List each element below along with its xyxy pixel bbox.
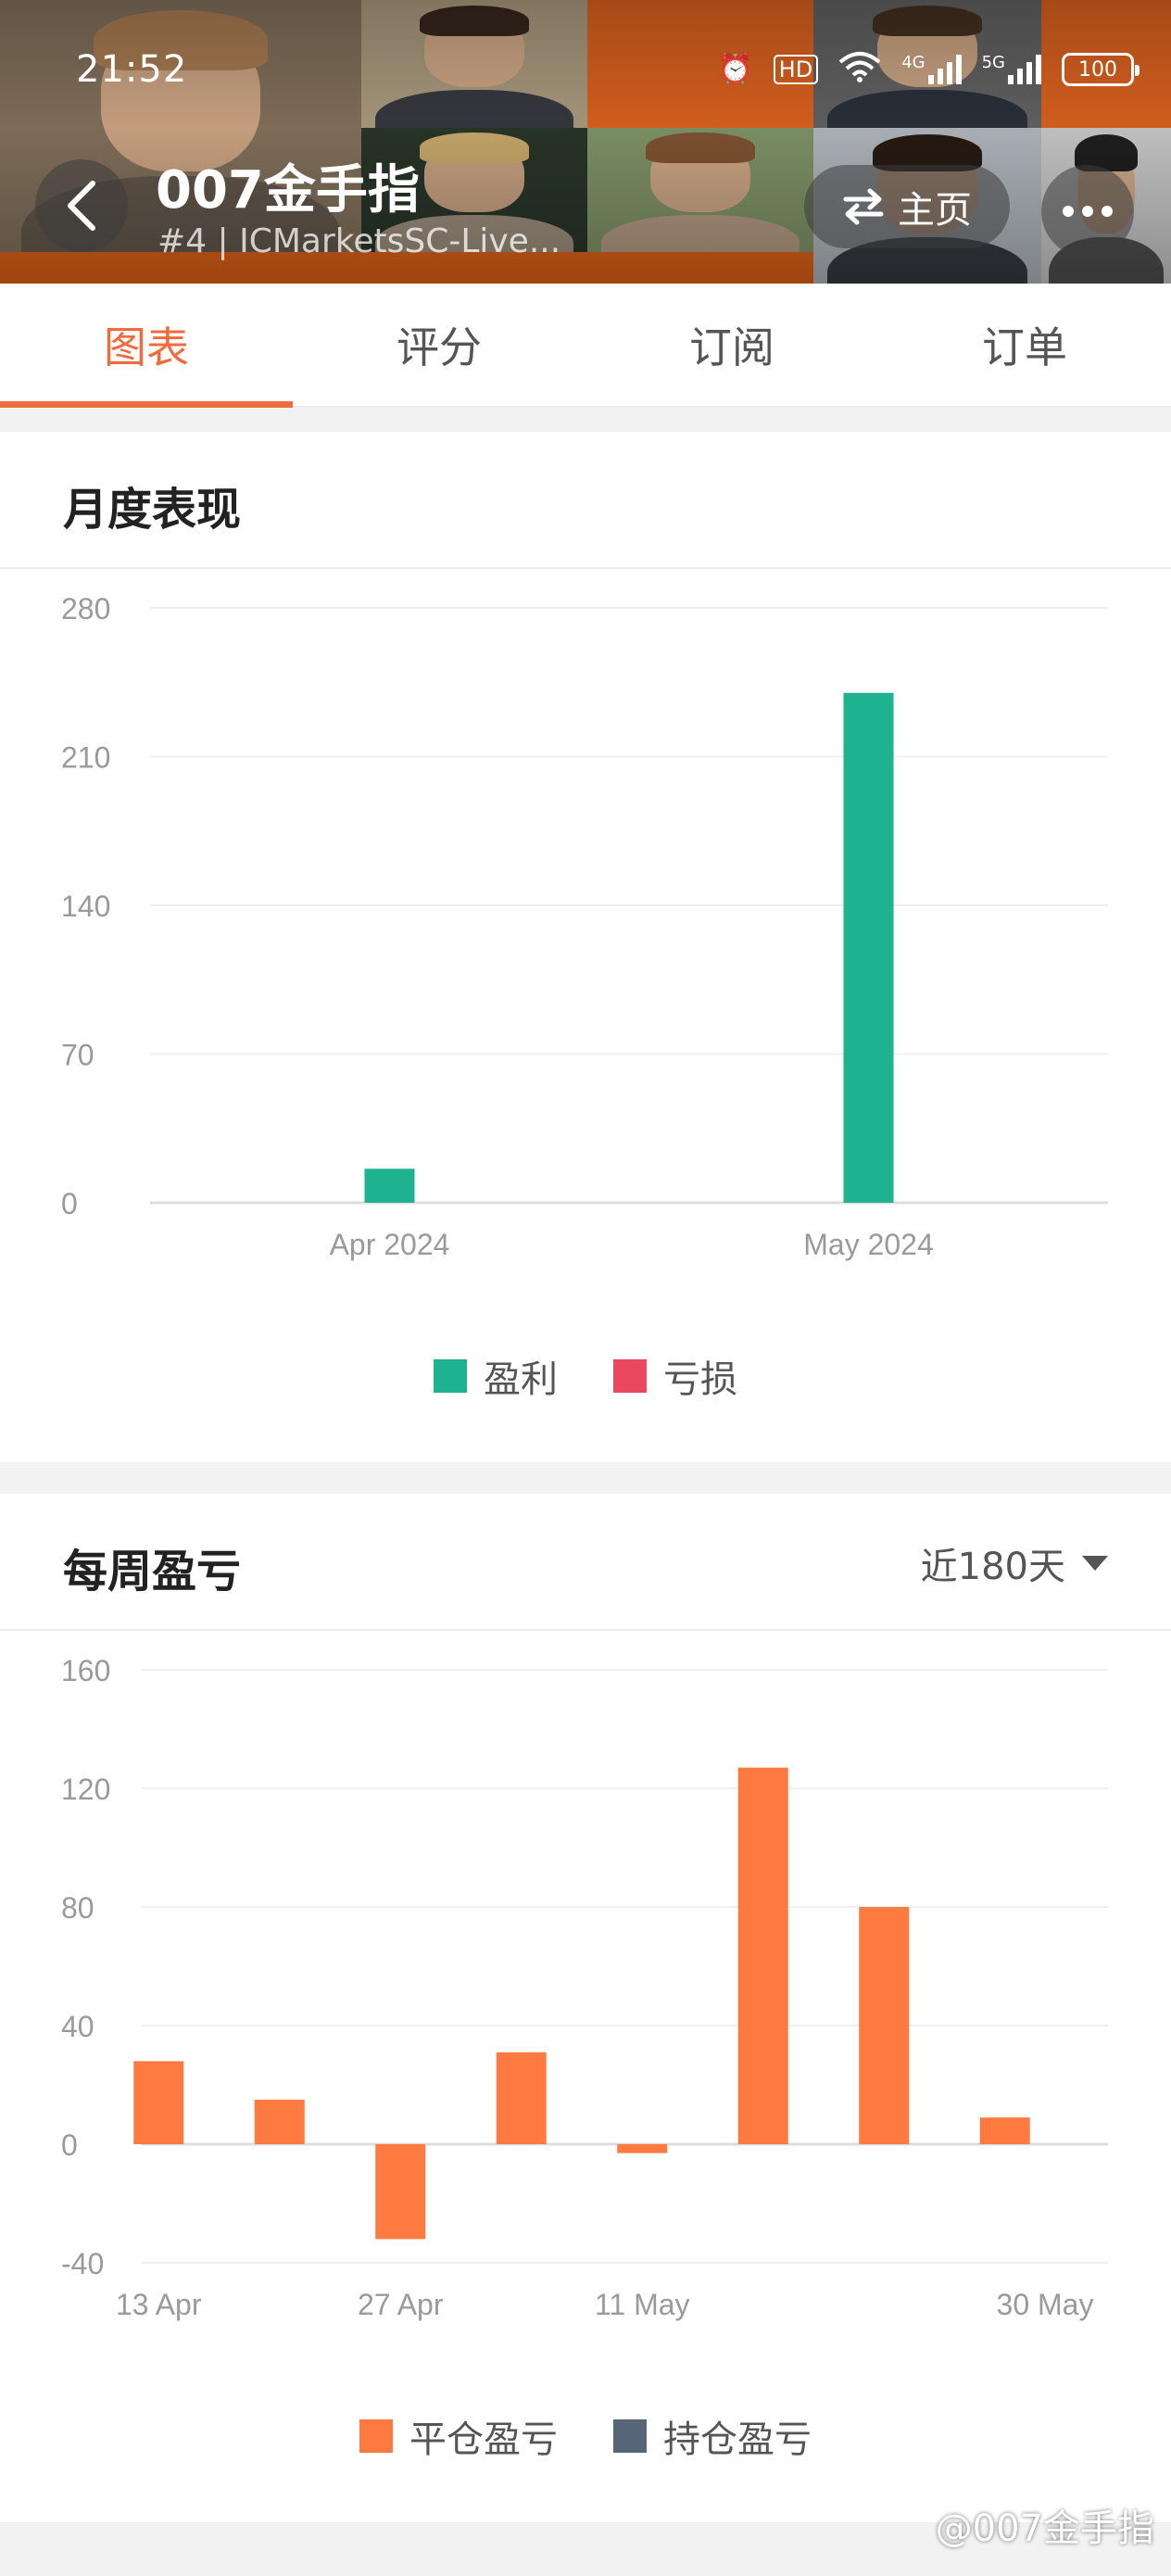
bar-20-apr[interactable]: [254, 2100, 305, 2144]
battery-icon: 100: [1062, 53, 1140, 86]
bar-18-may[interactable]: [737, 1767, 788, 2144]
y-tick-label: 210: [61, 741, 110, 775]
y-tick-label: 70: [61, 1039, 94, 1072]
x-tick-label: May 2024: [803, 1228, 934, 1261]
signal-5g-label: 5G: [981, 53, 1005, 72]
legend-open-label: 持仓盈亏: [663, 2418, 812, 2461]
bar-4-may[interactable]: [496, 2052, 547, 2144]
monthly-bar-chart: 0 70 140 210 280 Apr 2024 May 2024: [61, 592, 1108, 1261]
watermark: @007金手指: [935, 2507, 1154, 2550]
y-tick-label: 80: [61, 1891, 94, 1925]
x-tick-label: 27 Apr: [358, 2288, 444, 2321]
back-button[interactable]: [35, 159, 128, 252]
bar-11-may[interactable]: [617, 2144, 668, 2153]
legend-loss-label: 亏损: [663, 1358, 737, 1401]
trader-name: 007金手指: [156, 160, 420, 221]
caret-down-icon: [1082, 1556, 1108, 1571]
legend-profit[interactable]: 盈利: [434, 1349, 558, 1403]
switch-icon: [843, 188, 884, 225]
home-button-label: 主页: [898, 189, 972, 232]
bar-27-apr[interactable]: [375, 2144, 426, 2240]
monthly-performance-card: 月度表现 0 70 140 210 280 Apr 2024 May 2024 盈利 亏损: [0, 432, 1171, 1462]
weekly-bar-chart: -40 0 40 80 120 160 13 Apr 27 Apr 11 May 30 May: [61, 1654, 1108, 2321]
bar-apr-2024[interactable]: [364, 1168, 415, 1203]
monthly-title: 月度表现: [63, 484, 242, 536]
y-tick-label: 40: [61, 2010, 94, 2043]
x-tick-label: 30 May: [997, 2288, 1094, 2321]
tab-orders[interactable]: 订单: [878, 284, 1171, 406]
signal-4g-label: 4G: [901, 53, 925, 72]
more-options-button[interactable]: [1041, 165, 1134, 258]
bar-may-2024[interactable]: [843, 692, 894, 1203]
x-tick-label: 11 May: [595, 2288, 690, 2321]
range-dropdown-value: 近180天: [920, 1546, 1065, 1588]
x-tick-label: 13 Apr: [116, 2288, 202, 2321]
legend-loss-swatch: [613, 1359, 647, 1393]
hd-icon: HD: [773, 55, 819, 84]
legend-closed-swatch: [359, 2419, 393, 2453]
weekly-pnl-card: 每周盈亏 近180天 -40 0 40 80 120 160 13 Apr 27 Apr 11 …: [0, 1494, 1171, 2522]
y-tick-label: 120: [61, 1773, 110, 1806]
y-tick-label: 160: [61, 1654, 110, 1687]
legend-loss[interactable]: 亏损: [613, 1349, 737, 1403]
wifi-icon: [838, 51, 881, 88]
trader-header: 21:52 ⏰ HD 4G 5G 100 007金手指 #4 | ICMarke…: [0, 0, 1171, 284]
tab-rating[interactable]: 评分: [293, 284, 586, 406]
y-tick-label: 280: [61, 592, 110, 625]
signal-4g-icon: 4G: [901, 53, 962, 84]
chevron-left-icon: [68, 181, 95, 231]
more-icon: [1063, 206, 1113, 217]
y-tick-label: -40: [61, 2247, 104, 2280]
weekly-legend: 平仓盈亏 持仓盈亏: [0, 2409, 1171, 2463]
y-tick-label: 0: [61, 2128, 78, 2162]
tab-subscribe[interactable]: 订阅: [586, 284, 878, 406]
tab-bar: 图表 评分 订阅 订单: [0, 284, 1171, 408]
weekly-title: 每周盈亏: [63, 1546, 242, 1597]
range-dropdown[interactable]: 近180天: [921, 1536, 1108, 1590]
bar-30-may[interactable]: [979, 2117, 1030, 2144]
weekly-card-header: 每周盈亏 近180天: [0, 1494, 1171, 1631]
legend-profit-label: 盈利: [484, 1358, 558, 1401]
legend-profit-swatch: [434, 1359, 467, 1393]
legend-open-swatch: [613, 2419, 647, 2453]
status-icons: ⏰ HD 4G 5G 100: [718, 46, 1140, 93]
y-tick-label: 0: [61, 1187, 78, 1220]
battery-level: 100: [1078, 57, 1117, 82]
bar-13-apr[interactable]: [133, 2061, 184, 2144]
monthly-legend: 盈利 亏损: [0, 1349, 1171, 1403]
trader-account: #4 | ICMarketsSC-Live...: [157, 222, 561, 260]
signal-5g-icon: 5G: [982, 55, 1041, 84]
monthly-card-header: 月度表现: [0, 432, 1171, 569]
legend-closed-pnl[interactable]: 平仓盈亏: [359, 2409, 558, 2463]
tab-chart[interactable]: 图表: [0, 284, 293, 408]
status-time: 21:52: [76, 48, 188, 91]
x-tick-label: Apr 2024: [330, 1228, 450, 1261]
legend-closed-label: 平仓盈亏: [409, 2418, 558, 2461]
home-button[interactable]: 主页: [804, 165, 1010, 248]
app-root: 21:52 ⏰ HD 4G 5G 100 007金手指 #4 | ICMarke…: [0, 0, 1171, 2576]
y-tick-label: 140: [61, 890, 110, 923]
alarm-icon: ⏰: [718, 53, 753, 85]
legend-open-pnl[interactable]: 持仓盈亏: [613, 2409, 812, 2463]
bar-25-may[interactable]: [859, 1907, 910, 2144]
